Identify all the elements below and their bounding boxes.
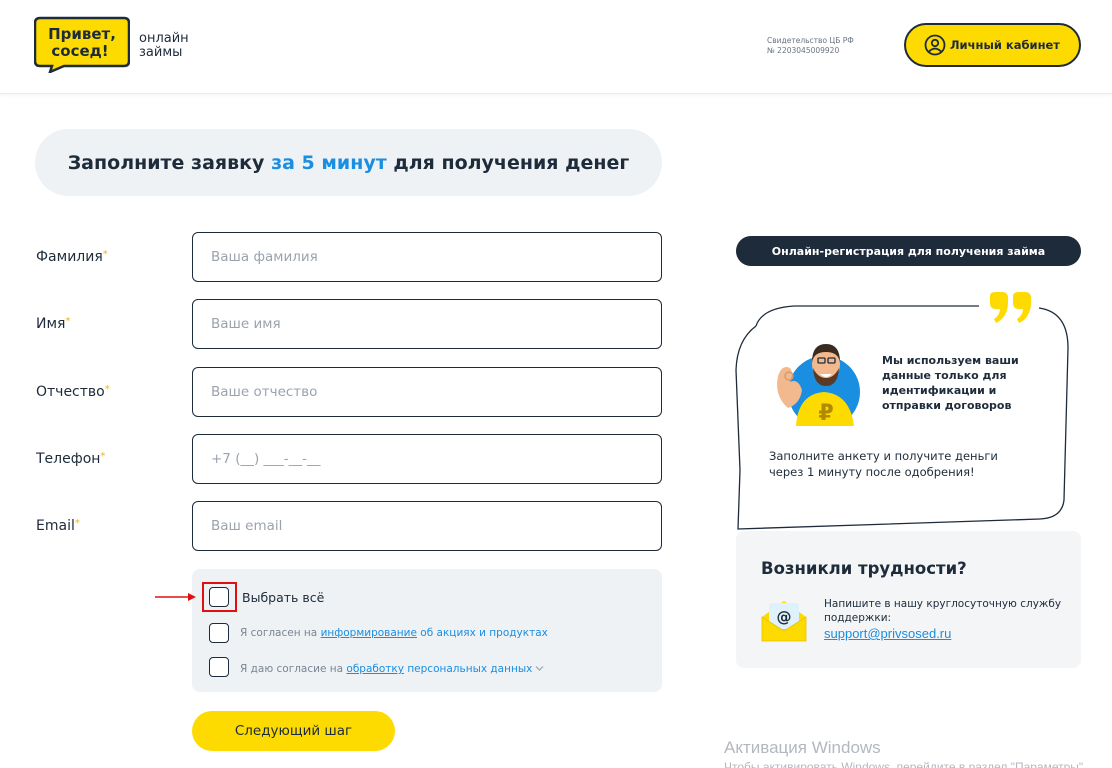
- firstname-label: Имя*: [36, 316, 70, 332]
- lastname-input[interactable]: Ваша фамилия: [192, 232, 662, 282]
- required-mark: *: [104, 384, 110, 395]
- consent-personal-data-text: Я даю согласие на обработку персональных…: [240, 663, 544, 675]
- lastname-label-text: Фамилия: [36, 249, 103, 265]
- next-step-button[interactable]: Следующий шаг: [192, 711, 395, 751]
- patronymic-placeholder: Ваше отчество: [211, 384, 318, 400]
- consent2-prefix: Я даю согласие на: [240, 663, 347, 675]
- arrow-right-icon: [155, 593, 196, 601]
- patronymic-label: Отчество*: [36, 384, 110, 400]
- phone-label: Телефон*: [36, 451, 105, 467]
- logo-line1: Привет,: [48, 25, 116, 43]
- required-mark: *: [74, 518, 80, 529]
- consent-marketing-text: Я согласен на информирование об акциях и…: [240, 627, 548, 639]
- cabinet-label: Личный кабинет: [950, 38, 1060, 52]
- brand-tagline: онлайн займы: [139, 32, 189, 60]
- tagline-line2: займы: [139, 45, 183, 60]
- envelope-icon: @: [761, 601, 807, 642]
- mascot-illustration: ₽: [777, 344, 860, 426]
- bubble-text: Заполните анкету и получите деньги через…: [769, 449, 998, 479]
- email-placeholder: Ваш email: [211, 518, 283, 534]
- help-title: Возникли трудности?: [761, 559, 967, 578]
- title-accent: за 5 минут: [271, 151, 387, 174]
- select-all-checkbox[interactable]: [209, 587, 229, 607]
- site-header: Привет, сосед! онлайн займы Свидетельств…: [0, 0, 1112, 94]
- quote-icon: [990, 292, 1031, 323]
- required-mark: *: [65, 316, 71, 327]
- registration-title: Онлайн-регистрация для получения займа: [736, 236, 1081, 266]
- firstname-input[interactable]: Ваше имя: [192, 299, 662, 349]
- ruble-icon: ₽: [818, 401, 833, 426]
- lastname-placeholder: Ваша фамилия: [211, 249, 318, 265]
- patronymic-input[interactable]: Ваше отчество: [192, 367, 662, 417]
- watermark-line2: Чтобы активировать Windows, перейдите в …: [724, 760, 1084, 768]
- lastname-label: Фамилия*: [36, 249, 108, 265]
- logo-line2: сосед!: [51, 42, 108, 60]
- required-mark: *: [102, 249, 108, 260]
- consent1-prefix: Я согласен на: [240, 627, 321, 639]
- consent-personal-data-checkbox[interactable]: [209, 657, 229, 677]
- phone-input[interactable]: +7 (__) ___-__-__: [192, 434, 662, 484]
- email-label: Email*: [36, 518, 80, 534]
- email-label-text: Email: [36, 518, 75, 534]
- license-line1: Свидетельство ЦБ РФ: [767, 36, 854, 45]
- personal-cabinet-button[interactable]: Личный кабинет: [904, 23, 1081, 67]
- title-after: для получения денег: [393, 151, 630, 174]
- required-mark: *: [100, 451, 106, 462]
- phone-label-text: Телефон: [36, 451, 101, 467]
- phone-placeholder: +7 (__) ___-__-__: [211, 451, 321, 467]
- consent1-suffix: об акциях и продуктах: [416, 627, 548, 639]
- support-email-link[interactable]: support@privsosed.ru: [824, 626, 951, 641]
- svg-text:@: @: [777, 608, 792, 626]
- consent-marketing-checkbox[interactable]: [209, 623, 229, 643]
- firstname-label-text: Имя: [36, 316, 66, 332]
- title-before: Заполните заявку: [67, 151, 265, 174]
- select-all-label: Выбрать всё: [242, 590, 325, 605]
- consent2-suffix: персональных данных: [403, 663, 533, 675]
- help-description: Напишите в нашу круглосуточную службу по…: [824, 598, 1062, 624]
- firstname-placeholder: Ваше имя: [211, 316, 281, 332]
- license-info: Свидетельство ЦБ РФ № 2203045009920: [767, 36, 854, 56]
- chevron-down-icon[interactable]: [535, 665, 544, 672]
- user-icon: [924, 34, 946, 56]
- bubble-title: Мы используем ваши данные только для иде…: [882, 354, 1019, 412]
- license-line2: № 2203045009920: [767, 46, 840, 55]
- patronymic-label-text: Отчество: [36, 384, 105, 400]
- watermark-line1: Активация Windows: [724, 738, 881, 757]
- windows-activation-watermark: Активация Windows Чтобы активировать Win…: [724, 738, 1083, 768]
- consent1-link[interactable]: информирование: [321, 627, 417, 639]
- consent2-link[interactable]: обработку: [346, 663, 404, 675]
- tagline-line1: онлайн: [139, 31, 189, 46]
- page-title: Заполните заявку за 5 минут для получени…: [35, 129, 662, 196]
- brand-logo[interactable]: Привет, сосед!: [34, 15, 130, 73]
- email-input[interactable]: Ваш email: [192, 501, 662, 551]
